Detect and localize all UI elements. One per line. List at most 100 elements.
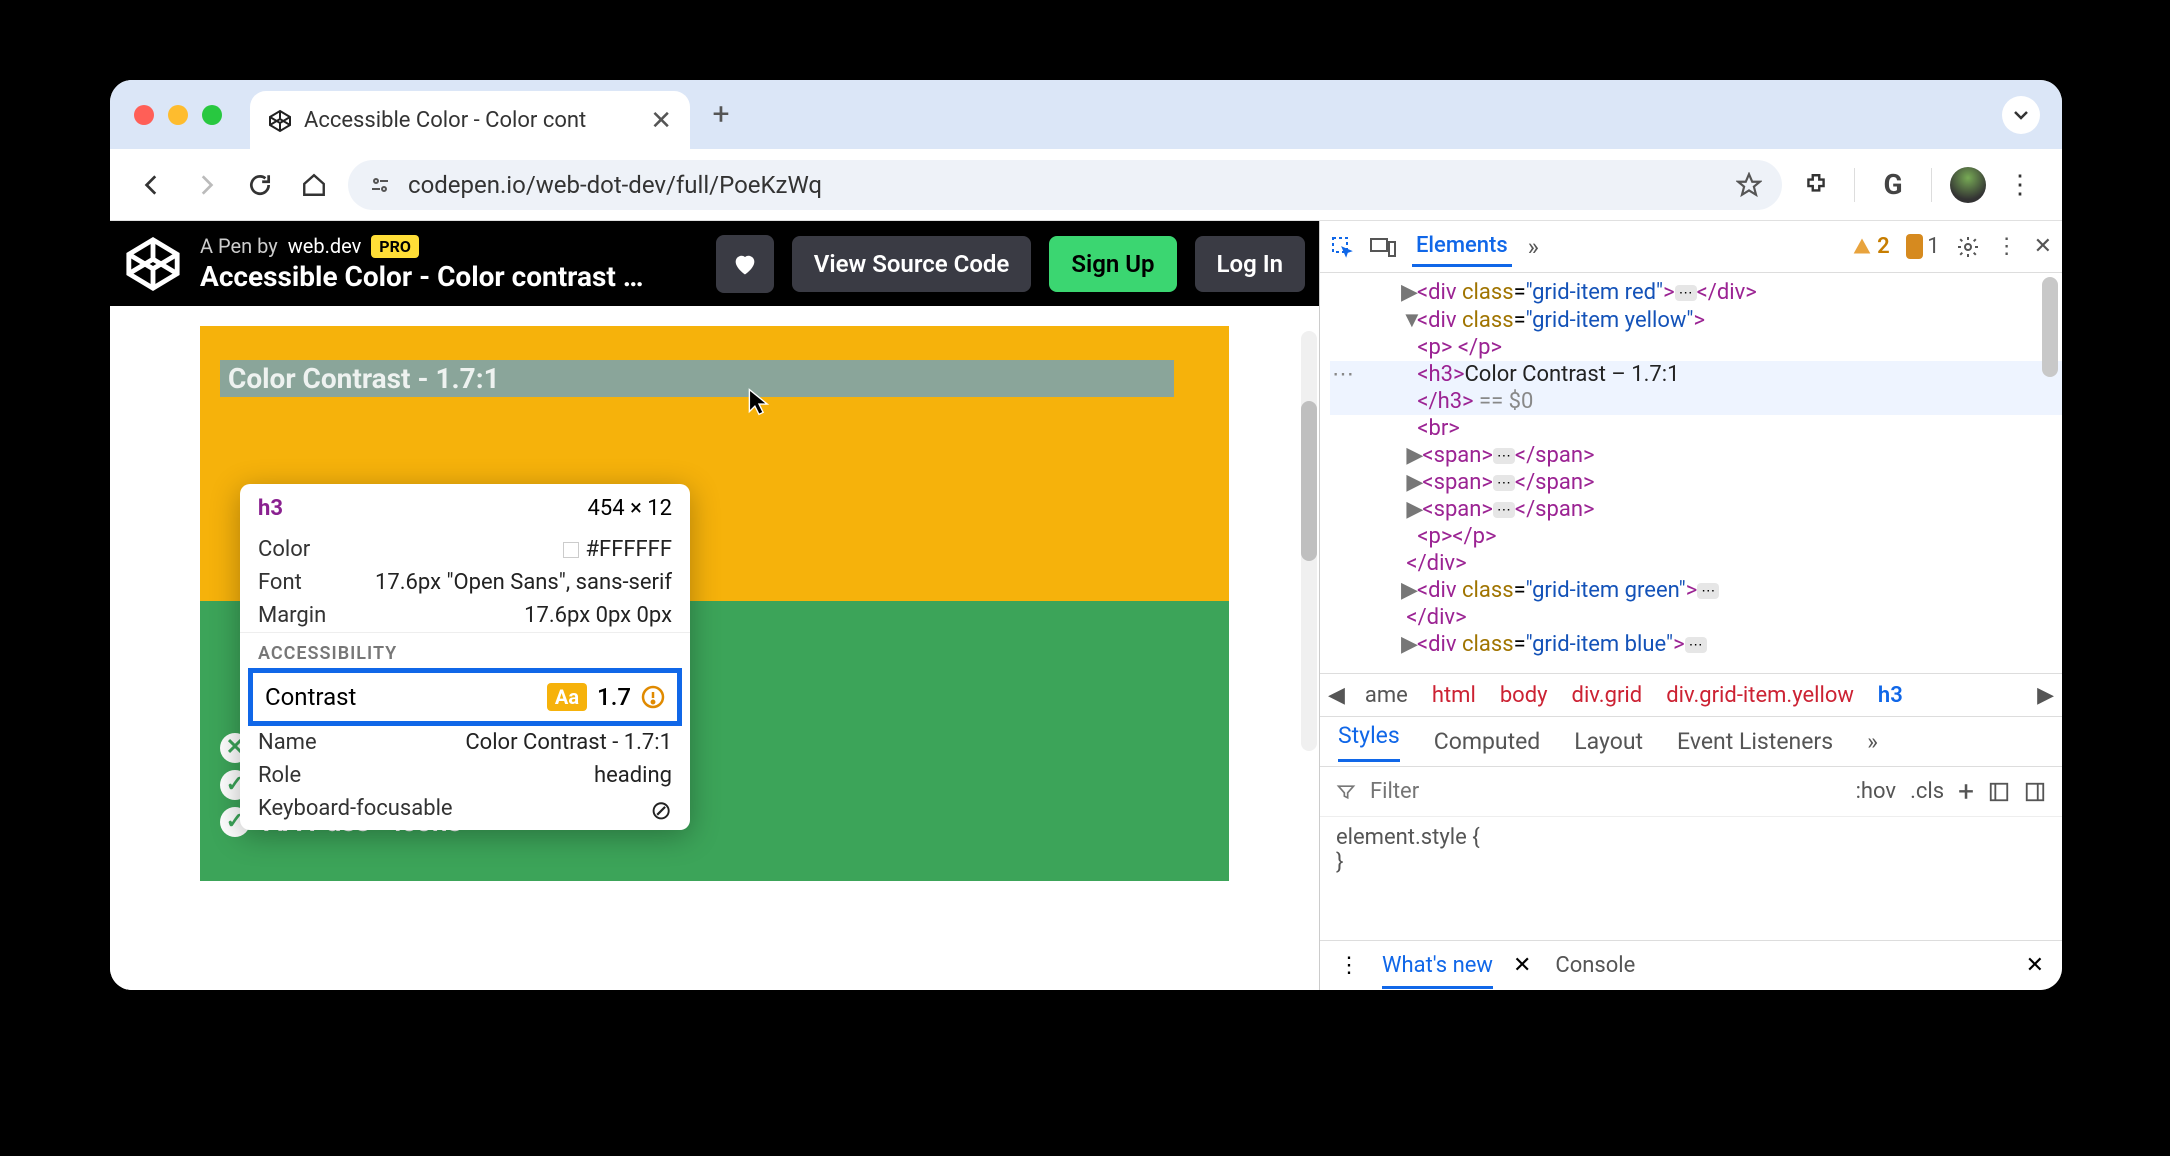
signup-button[interactable]: Sign Up — [1049, 236, 1176, 292]
browser-tab[interactable]: Accessible Color - Color cont ✕ — [250, 91, 690, 151]
crumb-item[interactable]: div.grid — [1572, 683, 1643, 708]
tooltip-row: Font17.6px "Open Sans", sans-serif — [240, 566, 690, 599]
styles-sidebar-icon[interactable] — [2024, 781, 2046, 803]
contrast-warning-icon — [641, 685, 665, 709]
drawer-close-icon[interactable]: ✕ — [2026, 953, 2044, 978]
forward-button[interactable] — [186, 165, 226, 205]
issues-info-icon[interactable]: 1 — [1906, 234, 1940, 259]
tooltip-tagname: h3 — [258, 496, 283, 521]
browser-toolbar: codepen.io/web-dot-dev/full/PoeKzWq G ⋮ — [110, 149, 2062, 221]
tooltip-a11y-row: Roleheading — [240, 759, 690, 792]
devtools-close-icon[interactable]: ✕ — [2034, 234, 2052, 259]
pen-meta: A Pen by web.dev PRO Accessible Color - … — [200, 234, 644, 293]
contrast-value: 1.7 — [597, 683, 631, 711]
bookmark-star-icon[interactable] — [1736, 172, 1762, 198]
pen-author[interactable]: web.dev — [288, 234, 362, 258]
tooltip-row: Color#FFFFFF — [240, 533, 690, 566]
tooltip-a11y-row: NameColor Contrast - 1.7:1 — [240, 726, 690, 759]
crumb-right-icon[interactable]: ▶ — [2037, 683, 2054, 708]
window-zoom-icon[interactable] — [202, 105, 222, 125]
styles-more-icon[interactable]: » — [1867, 728, 1878, 755]
new-tab-button[interactable]: + — [702, 96, 740, 134]
crumb-item[interactable]: body — [1500, 683, 1548, 708]
contrast-row: Contrast Aa 1.7 — [248, 668, 682, 726]
toolbar-separator — [1854, 168, 1855, 202]
byline-prefix: A Pen by — [200, 234, 278, 258]
tab-title: Accessible Color - Color cont — [304, 108, 586, 133]
window-controls — [134, 105, 222, 125]
url-text: codepen.io/web-dot-dev/full/PoeKzWq — [408, 171, 822, 199]
crumb-item[interactable]: html — [1432, 683, 1476, 708]
mouse-cursor-icon — [748, 388, 770, 416]
tab-close-icon[interactable]: ✕ — [650, 106, 672, 136]
devtools-settings-icon[interactable] — [1956, 235, 1980, 259]
drawer-tab-close-icon[interactable]: ✕ — [1513, 953, 1531, 978]
styles-tab[interactable]: Styles — [1338, 722, 1400, 762]
crumb-item[interactable]: div.grid-item.yellow — [1666, 683, 1854, 708]
browser-window: Accessible Color - Color cont ✕ + codepe… — [110, 80, 2062, 990]
page-scrollbar-thumb[interactable] — [1301, 401, 1317, 561]
drawer-tab[interactable]: Console — [1555, 953, 1635, 978]
issues-warning-icon[interactable]: 2 — [1852, 234, 1890, 259]
dom-scrollbar-thumb[interactable] — [2042, 277, 2058, 377]
login-button[interactable]: Log In — [1195, 236, 1305, 292]
styles-tab[interactable]: Computed — [1434, 728, 1541, 755]
google-account-icon[interactable]: G — [1873, 165, 1913, 205]
reload-button[interactable] — [240, 165, 280, 205]
pen-iframe-area: Color Contrast - 1.7:1 ✕AA Fail - regula… — [110, 306, 1319, 990]
address-bar[interactable]: codepen.io/web-dot-dev/full/PoeKzWq — [348, 160, 1782, 210]
contrast-label: Contrast — [265, 683, 547, 711]
styles-computed-icon[interactable] — [1988, 781, 2010, 803]
drawer-tab[interactable]: What's new — [1382, 953, 1493, 989]
pen-title: Accessible Color - Color contrast … — [200, 260, 644, 293]
cls-toggle[interactable]: .cls — [1910, 779, 1944, 804]
inspect-tooltip: h3 454 × 12 Color#FFFFFFFont17.6px "Open… — [240, 484, 690, 830]
codepen-logo-icon[interactable] — [124, 235, 182, 293]
a11y-heading: ACCESSIBILITY — [240, 633, 690, 664]
elements-tab[interactable]: Elements — [1412, 227, 1512, 267]
rendered-page: A Pen by web.dev PRO Accessible Color - … — [110, 221, 1320, 990]
heart-button[interactable] — [716, 235, 774, 293]
tab-strip: Accessible Color - Color cont ✕ + — [110, 80, 2062, 149]
view-source-button[interactable]: View Source Code — [792, 236, 1032, 292]
devtools-panel: Elements » 2 1 ⋮ ✕ ▶<div class="gr — [1320, 221, 2062, 990]
profile-avatar[interactable] — [1950, 167, 1986, 203]
toolbar-separator — [1931, 168, 1932, 202]
browser-menu-button[interactable]: ⋮ — [2000, 165, 2040, 205]
tooltip-row: Margin17.6px 0px 0px — [240, 599, 690, 632]
tooltip-dimensions: 454 × 12 — [588, 496, 672, 521]
breadcrumb: ◀ amehtml body div.grid div.grid-item.yello… — [1320, 673, 2062, 717]
crumb-item[interactable]: ame — [1365, 683, 1408, 708]
dom-tree[interactable]: ▶<div class="grid-item red">⋯</div> ▼<di… — [1320, 273, 2062, 673]
more-tabs-icon[interactable]: » — [1528, 233, 1539, 261]
crumb-item[interactable]: h3 — [1878, 683, 1903, 708]
styles-tabbar: Styles Computed Layout Event Listeners » — [1320, 717, 2062, 767]
hov-toggle[interactable]: :hov — [1856, 779, 1897, 804]
window-minimize-icon[interactable] — [168, 105, 188, 125]
pro-badge: PRO — [371, 235, 419, 258]
drawer-menu-icon[interactable]: ⋮ — [1338, 953, 1360, 978]
codepen-favicon-icon — [268, 109, 292, 133]
filter-icon — [1336, 782, 1356, 802]
extensions-button[interactable] — [1796, 165, 1836, 205]
tooltip-a11y-row: Keyboard-focusable⊘ — [240, 792, 690, 830]
styles-tab[interactable]: Layout — [1574, 728, 1643, 755]
inspected-h3[interactable]: Color Contrast - 1.7:1 — [220, 360, 1174, 397]
inspect-element-icon[interactable] — [1330, 235, 1354, 259]
styles-tab[interactable]: Event Listeners — [1677, 728, 1833, 755]
devtools-tabbar: Elements » 2 1 ⋮ ✕ — [1320, 221, 2062, 273]
new-style-rule-icon[interactable]: + — [1958, 775, 1974, 808]
device-toolbar-icon[interactable] — [1370, 236, 1396, 258]
content-split: A Pen by web.dev PRO Accessible Color - … — [110, 221, 2062, 990]
site-controls-icon[interactable] — [368, 173, 392, 197]
home-button[interactable] — [294, 165, 334, 205]
devtools-menu-icon[interactable]: ⋮ — [1996, 234, 2018, 259]
back-button[interactable] — [132, 165, 172, 205]
window-close-icon[interactable] — [134, 105, 154, 125]
styles-filter-input[interactable] — [1370, 779, 1842, 804]
styles-filter-bar: :hov .cls + — [1320, 767, 2062, 817]
crumb-left-icon[interactable]: ◀ — [1328, 683, 1345, 708]
codepen-header: A Pen by web.dev PRO Accessible Color - … — [110, 221, 1319, 306]
styles-rules[interactable]: element.style { } — [1320, 817, 2062, 883]
tabs-menu-button[interactable] — [2002, 96, 2040, 134]
